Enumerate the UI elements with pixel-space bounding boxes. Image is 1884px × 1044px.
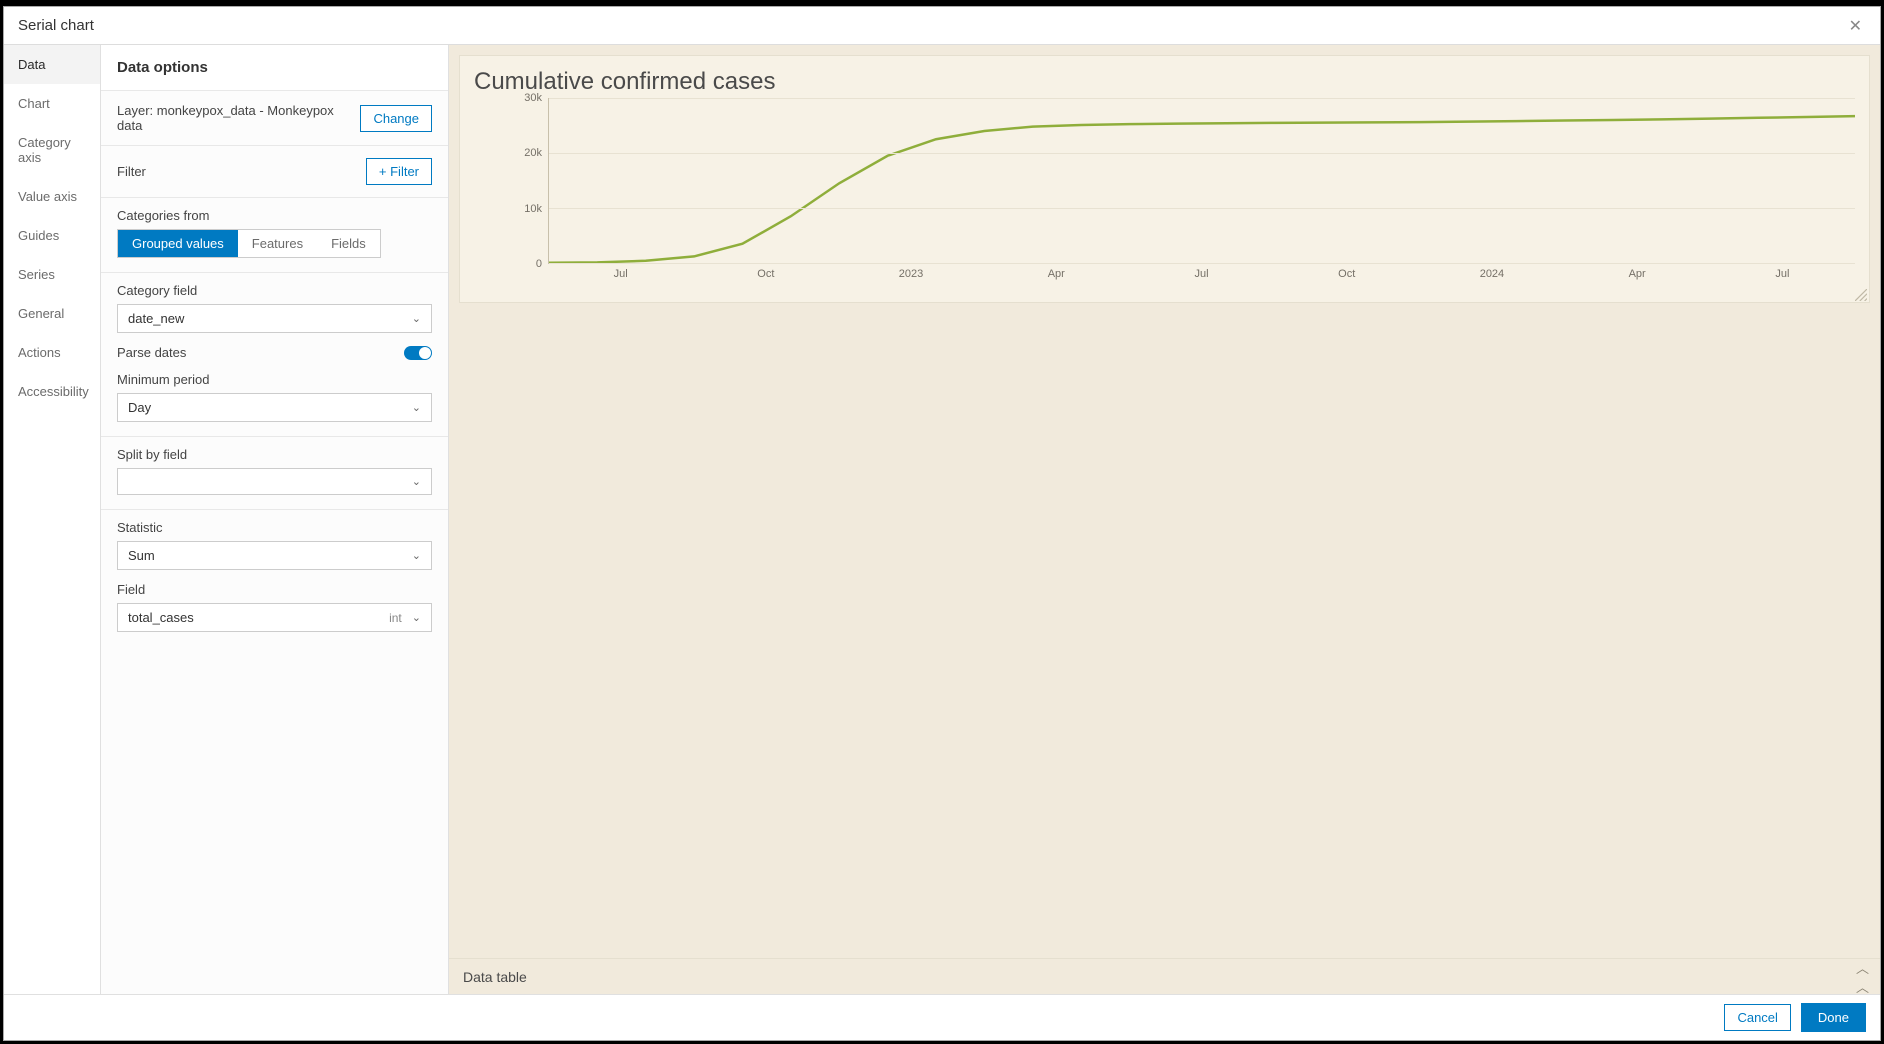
categories-from-label: Categories from <box>117 208 432 223</box>
gridline <box>549 98 1855 99</box>
y-tick-label: 20k <box>524 147 542 159</box>
category-field-label: Category field <box>117 283 432 298</box>
x-tick-label: Apr <box>1048 268 1065 280</box>
chart-preview-pane: Cumulative confirmed cases 0 10k 20k 30k Ju… <box>449 45 1880 994</box>
dialog-body: DataChartCategory axisValue axisGuidesSe… <box>4 45 1880 994</box>
chevron-down-icon: ⌄ <box>412 549 421 562</box>
data-table-bar[interactable]: Data table ︿︿ <box>449 958 1880 994</box>
filter-label: Filter <box>117 164 146 179</box>
statistic-select[interactable]: Sum ⌄ <box>117 541 432 570</box>
sidebar-tab-actions[interactable]: Actions <box>4 333 100 372</box>
chart-grid <box>548 98 1855 264</box>
gridline <box>549 153 1855 154</box>
x-tick-label: Jul <box>1194 268 1208 280</box>
statistic-value: Sum <box>128 548 155 563</box>
config-sidebar: DataChartCategory axisValue axisGuidesSe… <box>4 45 101 994</box>
x-tick-label: Jul <box>614 268 628 280</box>
category-field-block: Category field date_new ⌄ Parse dates Mi… <box>101 273 448 437</box>
statistic-label: Statistic <box>117 520 432 535</box>
chart-line-series <box>549 98 1855 263</box>
preview-inner: Cumulative confirmed cases 0 10k 20k 30k Ju… <box>449 45 1880 994</box>
change-layer-button[interactable]: Change <box>360 105 432 132</box>
chart-plot-area: 010k20k30k JulOct2023AprJulOct2024AprJul <box>510 98 1855 288</box>
x-tick-label: 2024 <box>1480 268 1504 280</box>
sidebar-tab-category-axis[interactable]: Category axis <box>4 123 100 177</box>
x-tick-label: 2023 <box>899 268 923 280</box>
y-tick-label: 10k <box>524 203 542 215</box>
add-filter-button[interactable]: + Filter <box>366 158 432 185</box>
chevron-down-icon: ⌄ <box>412 312 421 325</box>
field-value: total_cases <box>128 610 194 625</box>
chart-x-axis: Jul Oct 2023 Apr Jul Oct 2024 Apr Jul <box>548 266 1855 288</box>
expand-up-icon[interactable]: ︿︿ <box>1856 958 1866 996</box>
x-tick-label: Oct <box>1338 268 1355 280</box>
chart-y-axis: 010k20k30k <box>510 98 548 264</box>
window-title: Serial chart <box>18 17 94 34</box>
layer-label: Layer: monkeypox_data - Monkeypox data <box>117 103 360 133</box>
categories-from-block: Categories from Grouped values Features … <box>101 198 448 273</box>
statistic-block: Statistic Sum ⌄ Field total_cases int ⌄ <box>101 510 448 646</box>
split-by-select[interactable]: ⌄ <box>117 468 432 495</box>
resize-grip-icon[interactable] <box>1855 288 1867 300</box>
x-tick-label: Jul <box>1775 268 1789 280</box>
field-label: Field <box>117 582 432 597</box>
parse-dates-toggle[interactable] <box>404 346 432 360</box>
layer-row: Layer: monkeypox_data - Monkeypox data C… <box>101 91 448 146</box>
category-field-value: date_new <box>128 311 184 326</box>
sidebar-tab-accessibility[interactable]: Accessibility <box>4 372 100 411</box>
parse-dates-row: Parse dates <box>117 345 432 360</box>
chart-title: Cumulative confirmed cases <box>460 56 1869 98</box>
dialog-footer: Cancel Done <box>4 994 1880 1040</box>
sidebar-tab-series[interactable]: Series <box>4 255 100 294</box>
chevron-down-icon: ⌄ <box>412 475 421 488</box>
sidebar-tab-data[interactable]: Data <box>4 45 100 84</box>
minimum-period-select[interactable]: Day ⌄ <box>117 393 432 422</box>
close-icon[interactable]: ✕ <box>1845 12 1866 40</box>
seg-grouped-values[interactable]: Grouped values <box>118 230 238 257</box>
category-field-select[interactable]: date_new ⌄ <box>117 304 432 333</box>
x-tick-label: Oct <box>757 268 774 280</box>
cancel-button[interactable]: Cancel <box>1724 1004 1790 1031</box>
options-body: Layer: monkeypox_data - Monkeypox data C… <box>101 91 448 646</box>
seg-fields[interactable]: Fields <box>317 230 380 257</box>
chevron-down-icon: ⌄ <box>412 611 421 624</box>
sidebar-tab-general[interactable]: General <box>4 294 100 333</box>
chart-card: Cumulative confirmed cases 0 10k 20k 30k Ju… <box>459 55 1870 303</box>
split-by-block: Split by field ⌄ <box>101 437 448 510</box>
split-by-label: Split by field <box>117 447 432 462</box>
data-options-panel: Data options Layer: monkeypox_data - Mon… <box>101 45 449 994</box>
field-type-badge: int <box>389 611 402 625</box>
sidebar-tab-guides[interactable]: Guides <box>4 216 100 255</box>
y-tick-label: 0 <box>536 258 542 270</box>
serial-chart-dialog: Serial chart ✕ DataChartCategory axisVal… <box>3 6 1881 1041</box>
gridline <box>549 208 1855 209</box>
minimum-period-value: Day <box>128 400 151 415</box>
y-tick-label: 30k <box>524 92 542 104</box>
titlebar: Serial chart ✕ <box>4 7 1880 45</box>
field-select[interactable]: total_cases int ⌄ <box>117 603 432 632</box>
parse-dates-label: Parse dates <box>117 345 186 360</box>
data-table-label: Data table <box>463 969 527 985</box>
x-tick-label: Apr <box>1629 268 1646 280</box>
chevron-down-icon: ⌄ <box>412 401 421 414</box>
sidebar-tab-value-axis[interactable]: Value axis <box>4 177 100 216</box>
seg-features[interactable]: Features <box>238 230 317 257</box>
minimum-period-label: Minimum period <box>117 372 432 387</box>
categories-from-segmented: Grouped values Features Fields <box>117 229 381 258</box>
done-button[interactable]: Done <box>1801 1003 1866 1032</box>
filter-row: Filter + Filter <box>101 146 448 198</box>
sidebar-tab-chart[interactable]: Chart <box>4 84 100 123</box>
gridline <box>549 263 1855 264</box>
options-header: Data options <box>101 45 448 91</box>
